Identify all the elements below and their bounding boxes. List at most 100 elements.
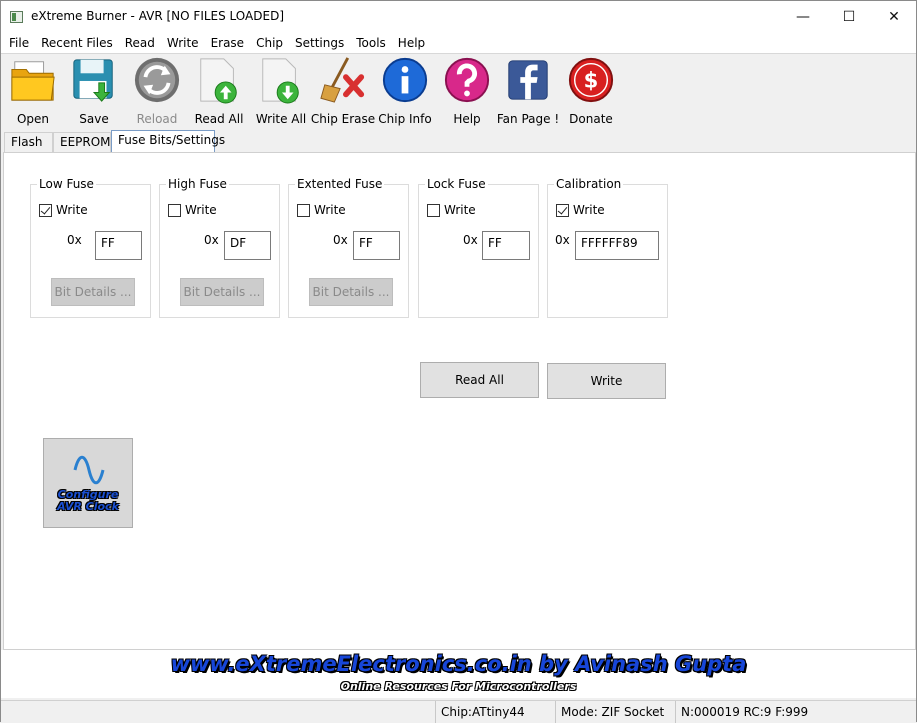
facebook-icon (508, 60, 548, 100)
window-title: eXtreme Burner - AVR [NO FILES LOADED] (31, 9, 284, 23)
save-button[interactable]: Save (69, 56, 119, 126)
write-all-button[interactable]: Write All (256, 56, 306, 126)
status-mode: Mode: ZIF Socket (555, 701, 675, 723)
title-bar: eXtreme Burner - AVR [NO FILES LOADED] —… (1, 1, 916, 32)
checkbox-unchecked[interactable] (168, 203, 181, 217)
folder-open-icon (11, 61, 55, 101)
menu-settings[interactable]: Settings (289, 36, 350, 50)
tab-strip: Flash EEPROM Fuse Bits/Settings (1, 130, 916, 152)
high-fuse-bit-details-button[interactable]: Bit Details ... (180, 278, 264, 306)
extended-fuse-bit-details-button[interactable]: Bit Details ... (309, 278, 393, 306)
menu-tools[interactable]: Tools (350, 36, 392, 50)
dollar-icon: $ (568, 57, 614, 103)
sine-wave-icon (73, 455, 105, 485)
reload-icon (134, 57, 180, 103)
low-fuse-bit-details-button[interactable]: Bit Details ... (51, 278, 135, 306)
lock-fuse-value-input[interactable]: FF (482, 231, 530, 260)
hex-prefix: 0x (67, 233, 82, 247)
lock-fuse-title: Lock Fuse (425, 177, 488, 191)
app-window: eXtreme Burner - AVR [NO FILES LOADED] —… (0, 0, 917, 723)
hex-prefix: 0x (463, 233, 478, 247)
status-chip: Chip:ATtiny44 (435, 701, 555, 723)
donate-button[interactable]: $ Donate (566, 56, 616, 126)
read-all-button[interactable]: Read All (194, 56, 244, 126)
clock-label-line2: AVR Clock (57, 500, 119, 513)
configure-avr-clock-button[interactable]: Configure AVR Clock (43, 438, 133, 528)
write-label: Write (573, 203, 605, 217)
app-icon (10, 11, 23, 23)
status-counter: N:000019 RC:9 F:999 (675, 701, 916, 723)
menu-recent-files[interactable]: Recent Files (35, 36, 119, 50)
tab-eeprom[interactable]: EEPROM (53, 132, 111, 152)
low-fuse-write-checkbox[interactable]: Write (39, 203, 88, 217)
maximize-button[interactable]: ☐ (826, 1, 872, 32)
menu-read[interactable]: Read (119, 36, 161, 50)
tab-fuse-bits-settings[interactable]: Fuse Bits/Settings (111, 130, 225, 152)
high-fuse-group: High Fuse Write 0x DF Bit Details ... (159, 177, 280, 318)
high-fuse-write-checkbox[interactable]: Write (168, 203, 217, 217)
checkbox-checked[interactable] (556, 203, 569, 217)
svg-text:$: $ (584, 68, 599, 93)
chip-erase-label: Chip Erase (310, 112, 376, 126)
lock-fuse-write-checkbox[interactable]: Write (427, 203, 476, 217)
banner-subtitle: Online Resources For Microcontrollers (340, 680, 577, 693)
hex-prefix: 0x (333, 233, 348, 247)
reload-label: Reload (136, 112, 178, 126)
menu-chip[interactable]: Chip (250, 36, 289, 50)
donate-label: Donate (569, 112, 613, 126)
calibration-title: Calibration (554, 177, 624, 191)
chip-erase-button[interactable]: Chip Erase (310, 56, 376, 126)
menu-help[interactable]: Help (392, 36, 431, 50)
hex-prefix: 0x (204, 233, 219, 247)
read-all-fuses-button[interactable]: Read All (420, 362, 539, 398)
broom-erase-icon (320, 57, 365, 103)
write-all-label: Write All (255, 112, 307, 126)
open-label: Open (16, 112, 50, 126)
info-icon (382, 57, 428, 103)
floppy-save-icon (73, 59, 113, 102)
reload-button[interactable]: Reload (131, 56, 183, 126)
save-label: Save (79, 112, 109, 126)
extended-fuse-title: Extented Fuse (295, 177, 385, 191)
calibration-value-input[interactable]: FFFFFF89 (575, 231, 659, 260)
open-button[interactable]: Open (8, 56, 58, 126)
checkbox-unchecked[interactable] (297, 203, 310, 217)
chip-info-button[interactable]: Chip Info (378, 56, 432, 126)
fan-page-button[interactable]: Fan Page ! (497, 56, 559, 126)
minimize-button[interactable]: — (780, 1, 826, 32)
menu-bar: File Recent Files Read Write Erase Chip … (1, 32, 916, 53)
hex-prefix: 0x (555, 233, 570, 247)
website-banner[interactable]: www.eXtremeElectronics.co.in by Avinash … (1, 650, 916, 698)
low-fuse-title: Low Fuse (37, 177, 96, 191)
calibration-write-checkbox[interactable]: Write (556, 203, 605, 217)
banner-title: www.eXtremeElectronics.co.in by Avinash … (170, 652, 747, 676)
chip-info-label: Chip Info (378, 112, 432, 126)
help-button[interactable]: Help (441, 56, 493, 126)
extended-fuse-write-checkbox[interactable]: Write (297, 203, 346, 217)
status-bar: Chip:ATtiny44 Mode: ZIF Socket N:000019 … (1, 700, 916, 723)
low-fuse-value-input[interactable]: FF (95, 231, 142, 260)
checkbox-checked[interactable] (39, 203, 52, 217)
calibration-group: Calibration Write 0x FFFFFF89 (547, 177, 668, 318)
tab-flash[interactable]: Flash (4, 132, 53, 152)
extended-fuse-value-input[interactable]: FF (353, 231, 400, 260)
menu-erase[interactable]: Erase (205, 36, 251, 50)
toolbar: Open Save Reload Read All Write All Chip… (1, 53, 916, 128)
menu-write[interactable]: Write (161, 36, 205, 50)
checkbox-unchecked[interactable] (427, 203, 440, 217)
write-label: Write (56, 203, 88, 217)
chip-read-icon (200, 58, 237, 104)
question-icon (444, 57, 490, 103)
close-button[interactable]: ✕ (871, 1, 917, 32)
write-fuses-button[interactable]: Write (547, 363, 666, 399)
extended-fuse-group: Extented Fuse Write 0x FF Bit Details ..… (288, 177, 409, 318)
write-label: Write (444, 203, 476, 217)
low-fuse-group: Low Fuse Write 0x FF Bit Details ... (30, 177, 151, 318)
write-label: Write (314, 203, 346, 217)
high-fuse-value-input[interactable]: DF (224, 231, 271, 260)
lock-fuse-group: Lock Fuse Write 0x FF (418, 177, 539, 318)
menu-file[interactable]: File (3, 36, 35, 50)
chip-write-icon (262, 58, 299, 104)
high-fuse-title: High Fuse (166, 177, 229, 191)
read-all-label: Read All (194, 112, 244, 126)
